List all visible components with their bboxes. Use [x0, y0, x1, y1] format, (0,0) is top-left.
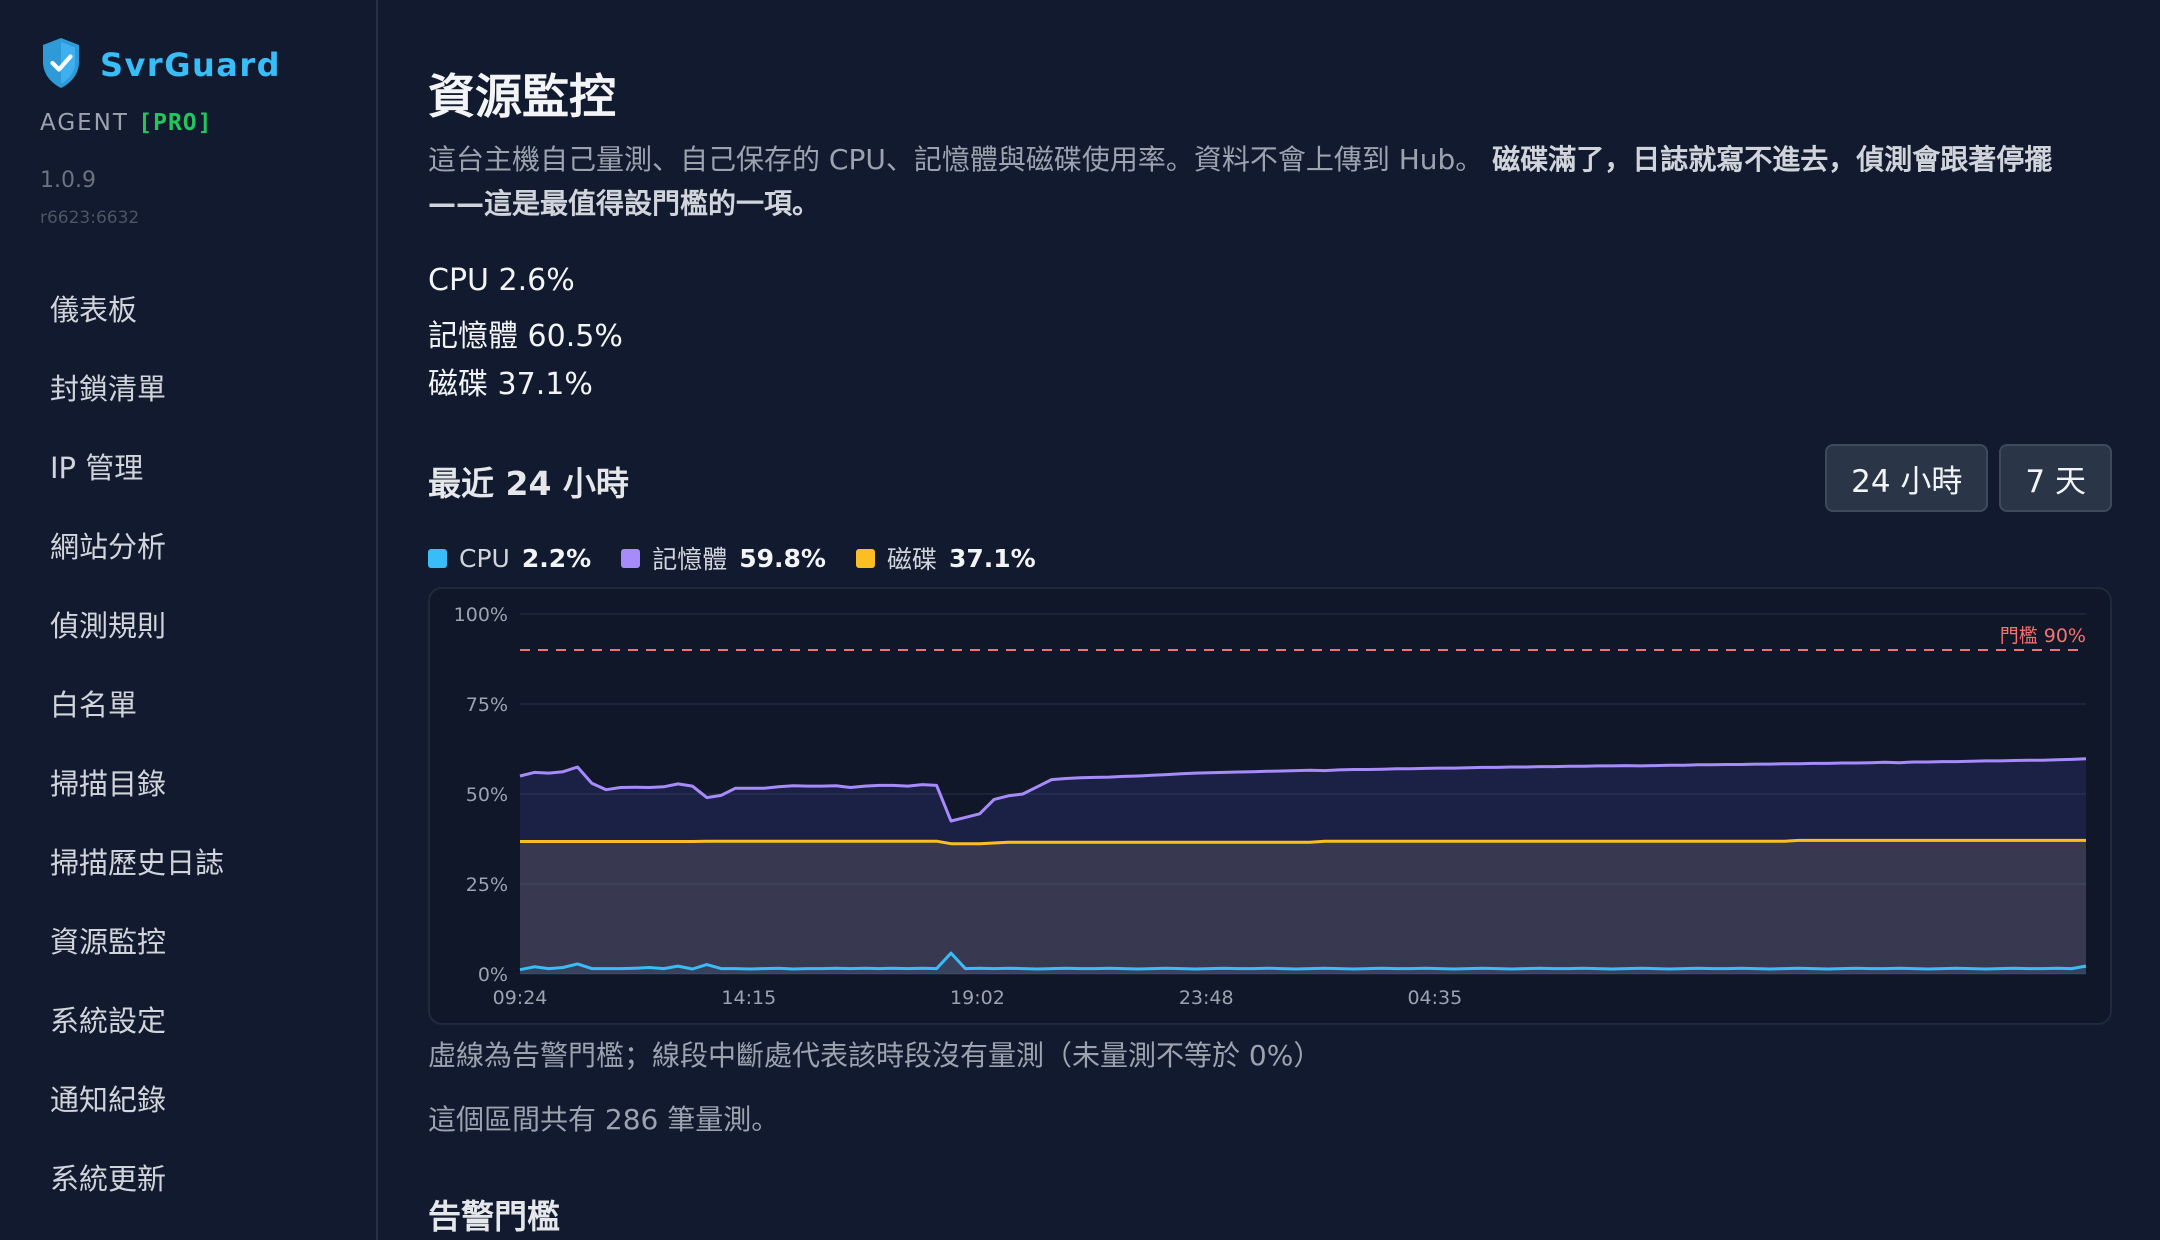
section-title: 最近 24 小時 [428, 464, 629, 503]
range-toggle: 24 小時 7 天 [1825, 444, 2112, 512]
page-title: 資源監控 [428, 70, 616, 125]
chart-svg: 100% 75% 50% 25% 0%09:24 14:15 19:02 23:48 04:35… [454, 604, 2087, 1009]
range-24h-button[interactable]: 24 小時 [1825, 444, 1989, 512]
stat-memory: 記憶體 60.5% [428, 319, 623, 354]
stat-disk: 磁碟 37.1% [428, 367, 593, 402]
sidebar-item-ip-management[interactable]: IP 管理 [0, 426, 376, 505]
sidebar-item-detection-rules[interactable]: 偵測規則 [0, 584, 376, 663]
x-tick-label: 14:15 [721, 987, 776, 1009]
description-text: 這台主機自己量測、自己保存的 CPU、記憶體與磁碟使用率。資料不會上傳到 Hub… [428, 143, 1484, 176]
sidebar-item-scan-history[interactable]: 掃描歷史日誌 [0, 821, 376, 900]
sidebar-item-site-analytics[interactable]: 網站分析 [0, 505, 376, 584]
stat-cpu: CPU 2.6% [428, 263, 575, 298]
legend-value: 37.1% [948, 543, 1036, 573]
x-tick-label: 23:48 [1179, 987, 1234, 1009]
sidebar: SvrGuard AGENT [PRO] 1.0.9 r6623:6632 儀表… [0, 0, 378, 1240]
page-description: 這台主機自己量測、自己保存的 CPU、記憶體與磁碟使用率。資料不會上傳到 Hub… [428, 138, 2098, 226]
chart-legend: CPU 2.2% 記憶體 59.8% 磁碟 37.1% [428, 540, 1066, 576]
x-tick-label: 09:24 [493, 987, 548, 1009]
app-root: SvrGuard AGENT [PRO] 1.0.9 r6623:6632 儀表… [0, 0, 2160, 1240]
sidebar-nav: 儀表板 封鎖清單 IP 管理 網站分析 偵測規則 白名單 掃描目錄 掃描歷史日誌… [0, 268, 376, 1216]
legend-swatch-disk [855, 548, 875, 568]
brand-name: SvrGuard [100, 46, 282, 84]
legend-label: 磁碟 [886, 545, 937, 574]
measurement-count: 這個區間共有 286 筆量測。 [428, 1103, 780, 1136]
chart-note: 虛線為告警門檻；線段中斷處代表該時段沒有量測（未量測不等於 0%） [428, 1039, 1322, 1072]
legend-item-memory[interactable]: 記憶體 59.8% [621, 540, 826, 576]
x-tick-label: 04:35 [1407, 987, 1462, 1009]
resource-chart: 100% 75% 50% 25% 0% 09:24 14:15 19:02 23:48 04:35… [428, 587, 2112, 1025]
sidebar-item-notification-log[interactable]: 通知紀錄 [0, 1058, 376, 1137]
y-tick-label: 0% [478, 964, 508, 986]
y-tick-label: 50% [466, 784, 508, 806]
tier-badge: [PRO] [138, 110, 213, 136]
sidebar-item-scan-directories[interactable]: 掃描目錄 [0, 742, 376, 821]
shield-check-icon [40, 36, 82, 94]
legend-value: 59.8% [739, 543, 826, 573]
legend-item-disk[interactable]: 磁碟 37.1% [855, 540, 1036, 576]
sidebar-item-blocklist[interactable]: 封鎖清單 [0, 347, 376, 426]
x-tick-label: 19:02 [950, 987, 1005, 1009]
sidebar-item-allowlist[interactable]: 白名單 [0, 663, 376, 742]
y-tick-label: 75% [466, 694, 508, 716]
legend-label: 記憶體 [652, 545, 728, 574]
build-id: r6623:6632 [40, 208, 140, 228]
threshold-label: 門檻 90% [2000, 625, 2086, 647]
y-tick-label: 25% [466, 874, 508, 896]
legend-value: 2.2% [521, 543, 592, 573]
legend-swatch-memory [621, 548, 641, 568]
alert-threshold-heading: 告警門檻 [428, 1197, 560, 1236]
legend-label: CPU [459, 543, 510, 573]
sidebar-item-system-settings[interactable]: 系統設定 [0, 979, 376, 1058]
agent-label: AGENT [40, 110, 129, 136]
brand[interactable]: SvrGuard [40, 36, 281, 94]
y-tick-label: 100% [454, 604, 508, 626]
agent-tier-line: AGENT [PRO] [40, 110, 213, 136]
range-7d-button[interactable]: 7 天 [1999, 444, 2112, 512]
sidebar-item-dashboard[interactable]: 儀表板 [0, 268, 376, 347]
legend-item-cpu[interactable]: CPU 2.2% [428, 544, 591, 573]
sidebar-item-system-update[interactable]: 系統更新 [0, 1137, 376, 1216]
sidebar-item-resource-monitor[interactable]: 資源監控 [0, 900, 376, 979]
series-area-磁碟 [520, 840, 2086, 974]
version-text: 1.0.9 [40, 168, 96, 193]
legend-swatch-cpu [428, 548, 447, 568]
